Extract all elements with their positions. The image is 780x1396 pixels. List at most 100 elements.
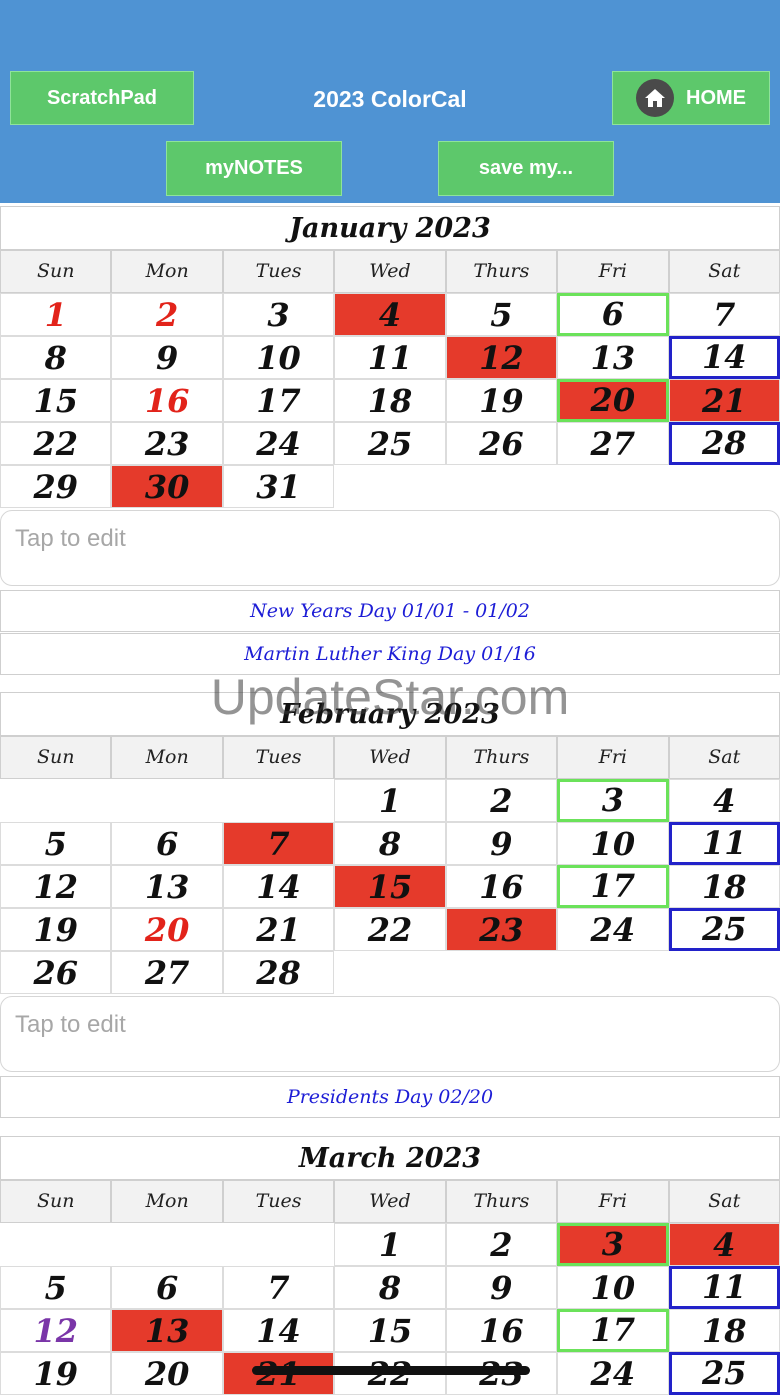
day-cell[interactable]: 11 xyxy=(668,1266,780,1309)
day-cell[interactable]: 19 xyxy=(0,908,112,951)
day-cell[interactable]: 1 xyxy=(0,293,112,336)
day-cell[interactable]: 7 xyxy=(222,822,335,865)
day-cell[interactable]: 7 xyxy=(668,293,780,336)
save-button[interactable]: save my... xyxy=(438,141,614,196)
day-cell[interactable]: 8 xyxy=(334,1266,446,1309)
day-cell[interactable]: 11 xyxy=(668,822,780,865)
day-cell[interactable]: 24 xyxy=(557,1352,669,1395)
day-cell[interactable]: 18 xyxy=(334,379,446,422)
day-cell[interactable]: 14 xyxy=(668,336,780,379)
day-cell[interactable]: 19 xyxy=(445,379,558,422)
day-cell[interactable]: 25 xyxy=(334,422,446,465)
day-cell[interactable]: 21 xyxy=(668,379,780,422)
day-cell[interactable]: 5 xyxy=(0,822,112,865)
notes-field[interactable]: Tap to edit xyxy=(0,996,780,1072)
day-cell[interactable]: 17 xyxy=(557,865,669,908)
day-cell[interactable]: 23 xyxy=(111,422,223,465)
scratchpad-button[interactable]: ScratchPad xyxy=(10,71,194,125)
day-cell[interactable]: 8 xyxy=(0,336,112,379)
day-cell[interactable]: 13 xyxy=(111,865,223,908)
day-cell[interactable]: 9 xyxy=(445,1266,558,1309)
day-cell[interactable]: 27 xyxy=(111,951,223,994)
day-cell[interactable]: 20 xyxy=(111,1352,223,1395)
day-cell[interactable]: 21 xyxy=(222,908,335,951)
home-button[interactable]: HOME xyxy=(612,71,770,125)
day-cell[interactable]: 6 xyxy=(111,822,223,865)
day-cell[interactable]: 12 xyxy=(0,1309,112,1352)
day-cell[interactable]: 17 xyxy=(557,1309,669,1352)
day-cell[interactable]: 1 xyxy=(334,779,446,822)
empty-cell xyxy=(334,465,445,508)
day-cell[interactable]: 24 xyxy=(557,908,669,951)
day-cell[interactable]: 13 xyxy=(557,336,669,379)
day-cell[interactable]: 10 xyxy=(222,336,335,379)
day-cell[interactable]: 4 xyxy=(334,293,446,336)
home-indicator-bar[interactable] xyxy=(252,1366,530,1375)
day-cell[interactable]: 31 xyxy=(222,465,335,508)
day-cell[interactable]: 10 xyxy=(557,1266,669,1309)
day-cell[interactable]: 15 xyxy=(334,1309,446,1352)
day-cell[interactable]: 27 xyxy=(557,422,669,465)
day-cell[interactable]: 2 xyxy=(445,779,558,822)
day-cell[interactable]: 28 xyxy=(668,422,780,465)
notes-field[interactable]: Tap to edit xyxy=(0,510,780,586)
month-title: February 2023 xyxy=(0,692,780,736)
day-cell[interactable]: 20 xyxy=(557,379,669,422)
day-cell[interactable]: 20 xyxy=(111,908,223,951)
day-cell[interactable]: 25 xyxy=(668,1352,780,1395)
day-cell[interactable]: 16 xyxy=(445,1309,558,1352)
day-cell[interactable]: 18 xyxy=(668,1309,780,1352)
day-cell[interactable]: 30 xyxy=(111,465,223,508)
day-cell[interactable]: 3 xyxy=(557,1223,669,1266)
empty-cell xyxy=(0,779,111,822)
weekday-sat: Sat xyxy=(668,1180,780,1223)
day-cell[interactable]: 1 xyxy=(334,1223,446,1266)
day-cell[interactable]: 19 xyxy=(0,1352,112,1395)
day-cell[interactable]: 2 xyxy=(111,293,223,336)
day-cell[interactable]: 8 xyxy=(334,822,446,865)
weekday-sat: Sat xyxy=(668,736,780,779)
weekday-wed: Wed xyxy=(334,250,446,293)
day-cell[interactable]: 16 xyxy=(445,865,558,908)
day-cell[interactable]: 25 xyxy=(668,908,780,951)
day-cell[interactable]: 5 xyxy=(0,1266,112,1309)
day-cell[interactable]: 6 xyxy=(111,1266,223,1309)
day-cell[interactable]: 14 xyxy=(222,1309,335,1352)
day-cell[interactable]: 2 xyxy=(445,1223,558,1266)
day-cell[interactable]: 13 xyxy=(111,1309,223,1352)
day-cell[interactable]: 3 xyxy=(557,779,669,822)
day-cell[interactable]: 14 xyxy=(222,865,335,908)
day-cell[interactable]: 26 xyxy=(0,951,112,994)
day-cell[interactable]: 28 xyxy=(222,951,335,994)
mynotes-button[interactable]: myNOTES xyxy=(166,141,342,196)
day-cell[interactable]: 23 xyxy=(445,908,558,951)
day-cell[interactable]: 6 xyxy=(557,293,669,336)
day-cell[interactable]: 17 xyxy=(222,379,335,422)
day-cell[interactable]: 12 xyxy=(445,336,558,379)
day-cell[interactable]: 9 xyxy=(111,336,223,379)
day-cell[interactable]: 5 xyxy=(445,293,558,336)
day-cell[interactable]: 7 xyxy=(222,1266,335,1309)
weekday-header: Sun Mon Tues Wed Thurs Fri Sat xyxy=(0,250,780,293)
day-cell[interactable]: 9 xyxy=(445,822,558,865)
day-cell[interactable]: 12 xyxy=(0,865,112,908)
day-cell[interactable]: 26 xyxy=(445,422,558,465)
day-cell[interactable]: 4 xyxy=(668,779,780,822)
day-cell[interactable]: 29 xyxy=(0,465,112,508)
day-cell[interactable]: 15 xyxy=(334,865,446,908)
day-cell[interactable]: 24 xyxy=(222,422,335,465)
day-cell[interactable]: 3 xyxy=(222,293,335,336)
weekday-tues: Tues xyxy=(222,250,335,293)
day-cell[interactable]: 15 xyxy=(0,379,112,422)
day-cell[interactable]: 22 xyxy=(334,908,446,951)
day-cell[interactable]: 22 xyxy=(0,422,112,465)
day-cell[interactable]: 18 xyxy=(668,865,780,908)
month-january: January 2023 Sun Mon Tues Wed Thurs Fri … xyxy=(0,206,780,675)
week-row: 29 30 31 xyxy=(0,465,780,508)
day-cell[interactable]: 10 xyxy=(557,822,669,865)
weekday-fri: Fri xyxy=(557,250,669,293)
day-cell[interactable]: 16 xyxy=(111,379,223,422)
day-cell[interactable]: 4 xyxy=(668,1223,780,1266)
day-cell[interactable]: 11 xyxy=(334,336,446,379)
weekday-sat: Sat xyxy=(668,250,780,293)
